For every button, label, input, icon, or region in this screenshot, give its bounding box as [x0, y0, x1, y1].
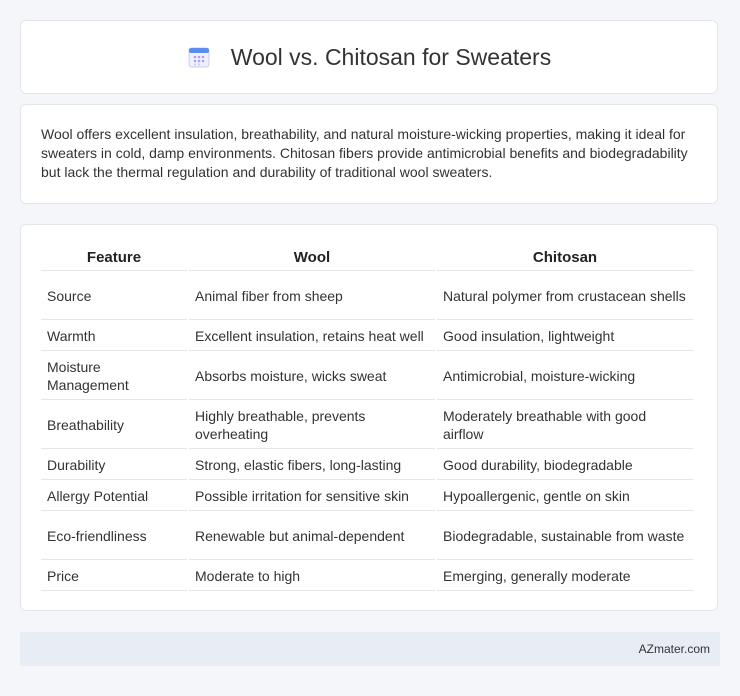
table-cell: Price	[41, 562, 187, 591]
table-cell: Moisture Management	[41, 353, 187, 400]
table-cell: Biodegradable, sustainable from waste	[437, 513, 693, 560]
table-cell: Highly breathable, prevents overheating	[189, 402, 435, 449]
table-cell: Absorbs moisture, wicks sweat	[189, 353, 435, 400]
title-card: Wool vs. Chitosan for Sweaters	[20, 20, 718, 94]
table-header-row: Feature Wool Chitosan	[41, 245, 693, 271]
description-card: Wool offers excellent insulation, breath…	[20, 104, 718, 204]
table-row: Eco-friendliness Renewable but animal-de…	[41, 513, 693, 560]
table-cell: Source	[41, 273, 187, 320]
column-header-wool: Wool	[189, 245, 435, 271]
footer: AZmater.com	[20, 632, 720, 666]
table-cell: Moderate to high	[189, 562, 435, 591]
table-row: Breathability Highly breathable, prevent…	[41, 402, 693, 449]
table-cell: Eco-friendliness	[41, 513, 187, 560]
table-row: Allergy Potential Possible irritation fo…	[41, 482, 693, 511]
table-cell: Strong, elastic fibers, long-lasting	[189, 451, 435, 480]
table-cell: Emerging, generally moderate	[437, 562, 693, 591]
comparison-table: Feature Wool Chitosan Source Animal fibe…	[39, 243, 695, 593]
title-wrap: Wool vs. Chitosan for Sweaters	[187, 44, 551, 71]
table-row: Moisture Management Absorbs moisture, wi…	[41, 353, 693, 400]
table-cell: Possible irritation for sensitive skin	[189, 482, 435, 511]
table-cell: Excellent insulation, retains heat well	[189, 322, 435, 351]
calendar-icon	[187, 45, 211, 69]
description-text: Wool offers excellent insulation, breath…	[41, 126, 688, 180]
table-cell: Good insulation, lightweight	[437, 322, 693, 351]
table-cell: Hypoallergenic, gentle on skin	[437, 482, 693, 511]
table-row: Price Moderate to high Emerging, general…	[41, 562, 693, 591]
table-cell: Good durability, biodegradable	[437, 451, 693, 480]
table-cell: Moderately breathable with good airflow	[437, 402, 693, 449]
column-header-feature: Feature	[41, 245, 187, 271]
table-cell: Allergy Potential	[41, 482, 187, 511]
table-cell: Warmth	[41, 322, 187, 351]
table-cell: Durability	[41, 451, 187, 480]
comparison-table-card: Feature Wool Chitosan Source Animal fibe…	[20, 224, 718, 611]
table-cell: Renewable but animal-dependent	[189, 513, 435, 560]
table-cell: Breathability	[41, 402, 187, 449]
table-cell: Animal fiber from sheep	[189, 273, 435, 320]
page-title: Wool vs. Chitosan for Sweaters	[230, 43, 552, 70]
table-cell: Natural polymer from crustacean shells	[437, 273, 693, 320]
footer-site-label: AZmater.com	[638, 642, 710, 656]
table-row: Source Animal fiber from sheep Natural p…	[41, 273, 693, 320]
column-header-chitosan: Chitosan	[437, 245, 693, 271]
table-row: Warmth Excellent insulation, retains hea…	[41, 322, 693, 351]
table-row: Durability Strong, elastic fibers, long-…	[41, 451, 693, 480]
table-cell: Antimicrobial, moisture-wicking	[437, 353, 693, 400]
